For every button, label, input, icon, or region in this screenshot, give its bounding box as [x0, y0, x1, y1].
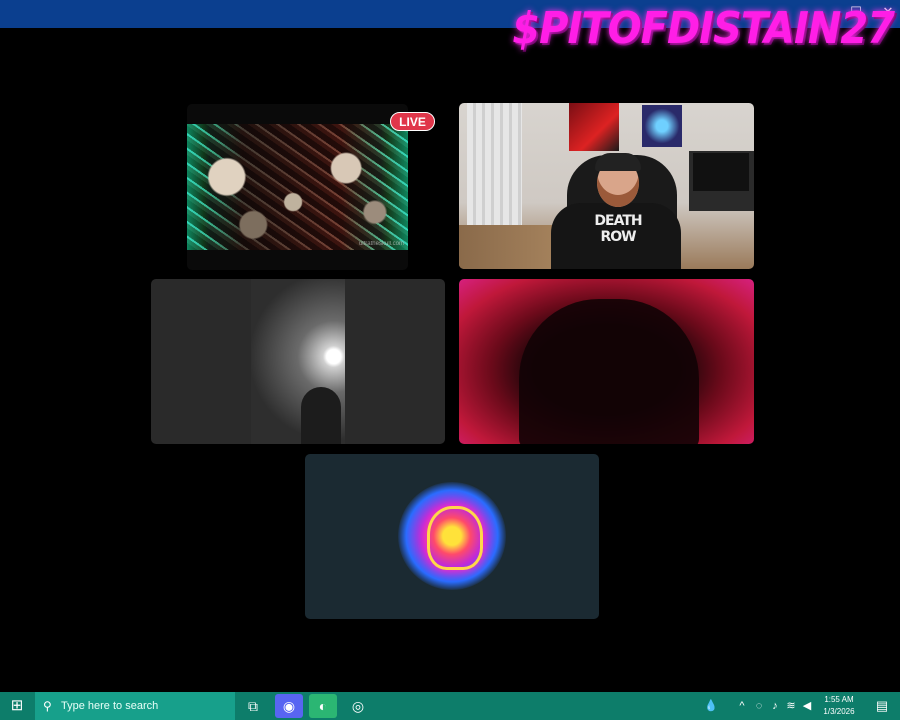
- search-placeholder: Type here to search: [61, 700, 159, 712]
- dark-figure: [519, 299, 699, 444]
- avatar-tile-skull[interactable]: [305, 454, 599, 619]
- webcam-tile-room[interactable]: DEATH ROW: [459, 103, 754, 269]
- weather-icon[interactable]: 💧: [700, 692, 722, 720]
- artwork-watermark: ultratheskull.com: [358, 241, 404, 247]
- curtain: [467, 103, 522, 228]
- monitor: [693, 153, 749, 191]
- taskbar: ⊞ ⚲ Type here to search ⧉ ◉ ◐ ◎ 💧 ^ ◌ ♪ …: [0, 692, 900, 720]
- person-cap: [595, 153, 641, 171]
- dark-silhouette: [301, 387, 341, 444]
- wall-poster: [569, 103, 619, 151]
- task-view-icon[interactable]: ⧉: [239, 694, 267, 718]
- stream-tile-live[interactable]: ultratheskull.com: [187, 104, 408, 270]
- notification-icon[interactable]: ▤: [872, 692, 892, 720]
- wall-poster: [642, 105, 682, 147]
- shirt-print: DEATH ROW: [594, 213, 642, 245]
- webcam-tile-red[interactable]: [459, 279, 754, 444]
- tray-icon-1[interactable]: ◌: [752, 692, 766, 720]
- start-button[interactable]: ⊞: [0, 692, 34, 720]
- discord-icon[interactable]: ◉: [275, 694, 303, 718]
- live-badge: LIVE: [390, 112, 435, 131]
- clock-time: 1:55 AM: [824, 695, 854, 704]
- volume-icon[interactable]: ◀: [800, 692, 814, 720]
- chevron-up-icon[interactable]: ^: [735, 692, 749, 720]
- network-icon[interactable]: ≋: [784, 692, 798, 720]
- obs-icon[interactable]: ◎: [344, 694, 372, 718]
- mic-icon[interactable]: ♪: [768, 692, 782, 720]
- skeleton-artwork: [187, 124, 408, 250]
- search-box[interactable]: ⚲ Type here to search: [35, 692, 235, 720]
- search-icon: ⚲: [43, 699, 52, 713]
- webcam-tile-dark[interactable]: [151, 279, 445, 444]
- skull-outline-icon: [427, 506, 483, 570]
- clock-date: 1/3/2026: [823, 707, 855, 716]
- brand-overlay-text: $PITOFDISTAIN27: [512, 4, 895, 54]
- clock[interactable]: 1:55 AM 1/3/2026: [814, 693, 864, 720]
- edge-icon[interactable]: ◐: [309, 694, 337, 718]
